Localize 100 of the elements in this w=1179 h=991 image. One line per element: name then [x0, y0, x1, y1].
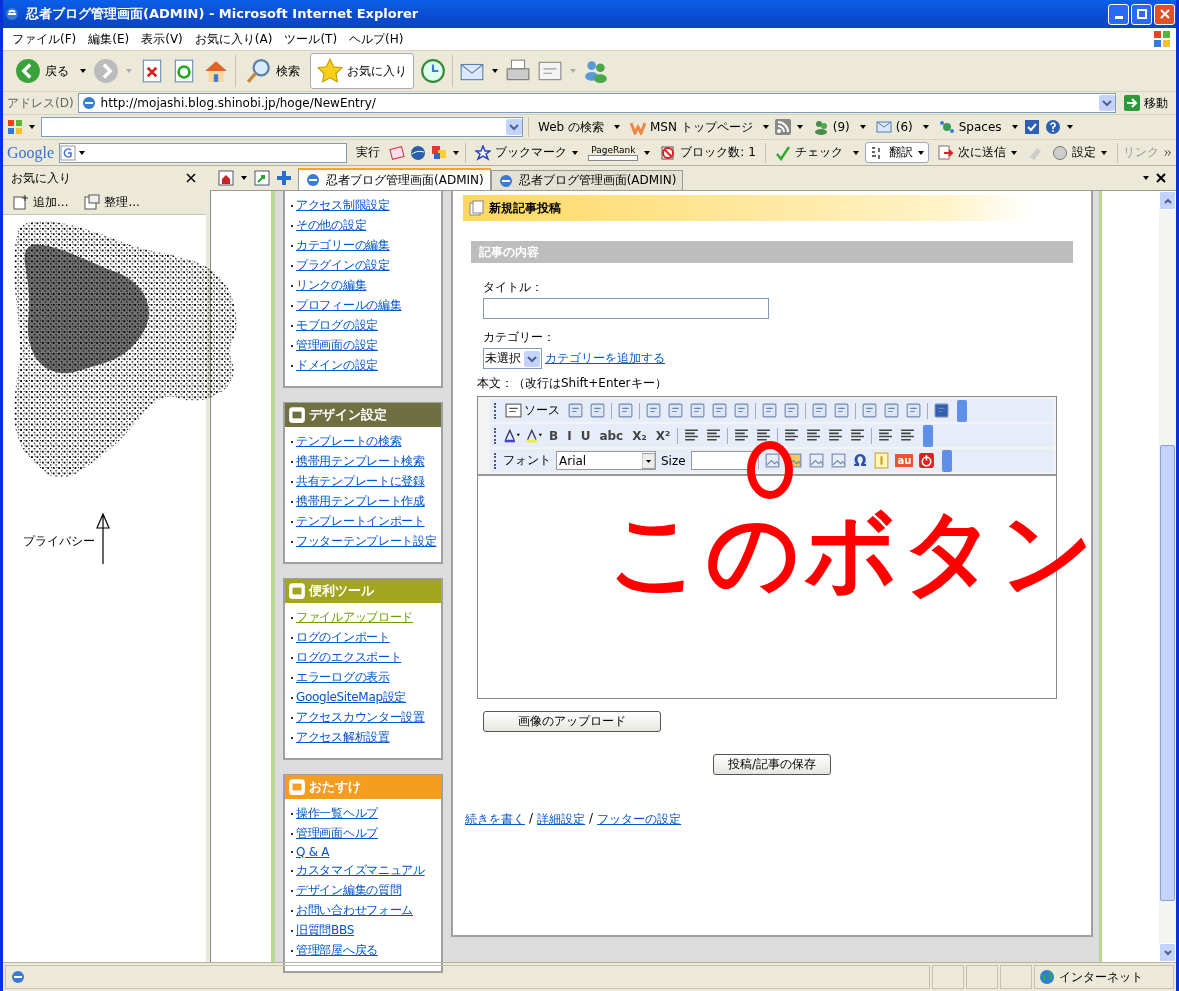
favorites-button[interactable]: お気に入り [310, 53, 414, 89]
format-button[interactable]: I [565, 428, 574, 443]
dropdown-arrow-icon[interactable] [491, 67, 499, 75]
nav-link[interactable]: テンプレートの検索 [296, 433, 402, 450]
nav-link[interactable]: Q & A [296, 845, 330, 859]
nav-link[interactable]: プラグインの設定 [296, 257, 390, 274]
dropdown-button-icon[interactable] [1099, 95, 1115, 111]
nav-link[interactable]: フッターテンプレート設定 [296, 533, 437, 550]
source-button[interactable]: ソース [503, 402, 562, 419]
go-button[interactable]: 移動 [1120, 92, 1172, 114]
dropdown-arrow-icon[interactable] [1010, 123, 1019, 131]
nav-link[interactable]: エラーログの表示 [296, 669, 390, 686]
menu-item[interactable]: ツール(T) [279, 30, 343, 48]
spaces-button[interactable]: Spaces [934, 117, 1006, 137]
news-icon[interactable] [389, 144, 406, 161]
align-right-icon[interactable] [827, 427, 845, 444]
dropdown-button-icon[interactable] [506, 119, 522, 135]
dropdown-arrow-icon[interactable] [761, 123, 770, 131]
title-input[interactable] [483, 298, 769, 319]
dropdown-arrow-icon[interactable] [613, 123, 621, 131]
nav-link[interactable]: 操作一覧ヘルプ [296, 805, 378, 822]
popup-blocker-button[interactable]: ブロック数: 1 [656, 142, 760, 163]
mail-button[interactable]: (6) [871, 117, 917, 137]
dropdown-arrow-icon[interactable] [643, 148, 652, 157]
power-icon[interactable] [918, 452, 936, 469]
quick-tabs-icon[interactable] [254, 170, 270, 186]
image-upload-button[interactable]: 画像のアップロード [483, 711, 661, 732]
dropdown-arrow-icon[interactable] [858, 123, 867, 131]
browser-tab[interactable]: 忍者ブログ管理画面(ADMIN) [490, 170, 684, 190]
dropdown-arrow-icon[interactable] [28, 123, 36, 131]
checkbox-icon[interactable] [1023, 119, 1040, 135]
nav-link[interactable]: 携帯用テンプレート検索 [296, 453, 425, 470]
align-left-icon[interactable] [783, 427, 801, 444]
scrollbar-thumb[interactable] [1160, 444, 1175, 901]
align-center-icon[interactable] [805, 427, 823, 444]
dropdown-arrow-icon[interactable] [452, 148, 461, 157]
format-button[interactable]: abc [597, 428, 626, 443]
nav-link[interactable]: アクセスカウンター設置 [296, 709, 425, 726]
search-button[interactable]: 検索 [242, 56, 304, 86]
dropdown-button-icon[interactable] [524, 350, 540, 367]
blocks-icon[interactable] [431, 144, 448, 161]
menu-item[interactable]: ファイル(F) [7, 30, 82, 48]
nav-link[interactable]: 旧質問BBS [296, 922, 355, 939]
highlight-icon[interactable] [525, 427, 542, 444]
dropdown-arrow-icon[interactable] [921, 123, 930, 131]
nav-link[interactable]: プロフィールの編集 [296, 297, 402, 314]
close-icon[interactable] [186, 173, 196, 183]
nav-link[interactable]: 共有テンプレートに登録 [296, 473, 425, 490]
browser-tab[interactable]: 忍者ブログ管理画面(ADMIN) [298, 168, 491, 190]
nav-link[interactable]: ファイルアップロード [296, 609, 413, 626]
nav-link[interactable]: 管理画面ヘルプ [296, 825, 378, 842]
organize-button[interactable]: 整理... [80, 191, 144, 213]
scroll-up-button[interactable] [1159, 191, 1176, 210]
footer-link[interactable]: 続きを書く [465, 811, 525, 828]
image-icon[interactable] [763, 452, 781, 469]
vertical-scrollbar[interactable] [1159, 191, 1176, 962]
nav-link[interactable]: ログのインポート [296, 629, 390, 646]
nav-link[interactable]: モブログの設定 [296, 317, 378, 334]
dropdown-arrow-icon[interactable] [851, 148, 860, 157]
size-select[interactable] [690, 451, 753, 470]
format-button[interactable]: U [578, 428, 593, 443]
close-button[interactable] [1154, 3, 1175, 25]
chevron-icon[interactable] [1163, 148, 1172, 157]
overflow-icon[interactable] [957, 399, 967, 422]
go-button[interactable]: 実行 [352, 142, 385, 163]
nav-link[interactable]: テンプレートインポート [296, 513, 425, 530]
nav-link[interactable]: アクセス制限設定 [296, 197, 390, 214]
nav-link[interactable]: 管理画面の設定 [296, 337, 378, 354]
menu-item[interactable]: 表示(V) [136, 30, 188, 48]
category-select[interactable]: 未選択 [483, 348, 542, 369]
emoji-button[interactable]: au [895, 454, 914, 467]
dropdown-arrow-icon[interactable] [79, 67, 87, 75]
save-button[interactable]: 投稿/記事の保存 [712, 754, 831, 775]
footer-link[interactable]: 詳細設定 [537, 811, 586, 828]
new-tab-icon[interactable] [276, 170, 292, 186]
nav-link[interactable]: カテゴリーの編集 [296, 237, 390, 254]
messenger-button[interactable]: (9) [808, 117, 854, 137]
spell-check-button[interactable]: チェック [770, 142, 847, 163]
send-to-button[interactable]: 次に送信 [933, 142, 1022, 163]
overflow-icon[interactable] [942, 449, 953, 472]
web-search-button[interactable]: Web の検索 [534, 116, 608, 138]
scroll-down-button[interactable] [1159, 943, 1176, 962]
add-category-link[interactable]: カテゴリーを追加する [545, 350, 665, 367]
special-character-button[interactable]: Ω [851, 451, 869, 470]
nav-link[interactable]: カスタマイズマニュアル [296, 862, 425, 879]
format-button[interactable]: B [547, 428, 561, 443]
msn-home-button[interactable]: MSN トップページ [626, 116, 757, 138]
globe-icon[interactable] [410, 144, 427, 161]
nav-link[interactable]: ログのエクスポート [296, 649, 402, 666]
home-icon[interactable] [218, 170, 234, 186]
search-field[interactable] [59, 142, 348, 163]
nav-link[interactable]: 管理部屋へ戻る [296, 942, 378, 959]
maximize-button[interactable] [1131, 3, 1152, 25]
justify-icon[interactable] [849, 427, 867, 444]
nav-link[interactable]: お問い合わせフォーム [296, 902, 413, 919]
dropdown-arrow-icon[interactable] [1065, 123, 1074, 131]
dropdown-button-icon[interactable] [642, 452, 655, 469]
nav-link[interactable]: ドメインの設定 [296, 357, 378, 374]
menu-item[interactable]: 編集(E) [83, 30, 135, 48]
footer-link[interactable]: フッターの設定 [597, 811, 682, 828]
